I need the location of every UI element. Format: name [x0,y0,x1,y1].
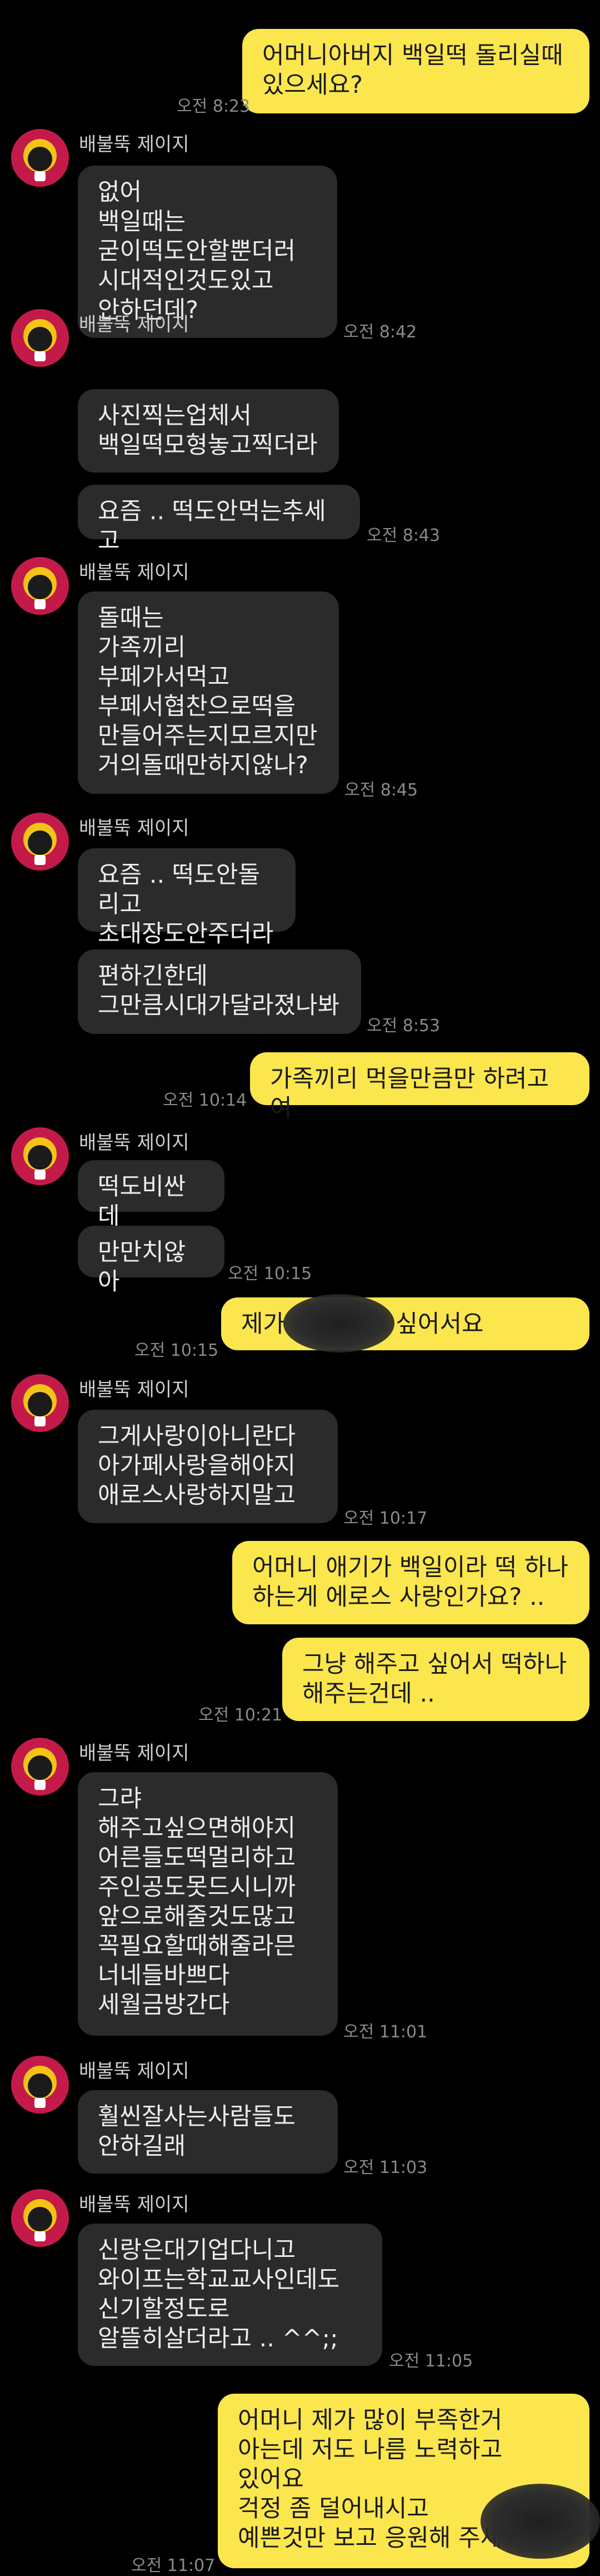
message-bubble-received[interactable]: 훨씬잘사는사람들도 안하길래 [78,2090,338,2174]
message-bubble-received[interactable]: 돌때는 가족끼리 부페가서먹고 부페서협찬으로떡을 만들어주는지모르지만 거의돌… [78,591,339,794]
message-bubble-received[interactable]: 신랑은대기업다니고 와이프는학교교사인데도 신기할정도로 알뜰히살더라고 .. … [78,2224,382,2366]
message-bubble-received[interactable]: 만만치않아 [78,1226,224,1296]
contact-avatar[interactable] [10,2055,70,2115]
message-bubble-received[interactable]: 그랴 해주고싶으면해야지 어른들도떡멀리하고 주인공도못드시니까 앞으로해줄것도… [78,1772,338,2036]
message-bubble-received[interactable]: 그게사랑이아니란다 아가페사랑을해야지 애로스사랑하지말고 [78,1410,338,1523]
contact-avatar[interactable] [10,128,70,188]
contact-name: 배불뚝 제이지 [79,1132,189,1154]
message-time: 오전 10:15 [228,1264,312,1284]
message-bubble-received[interactable]: 요즘 .. 떡도안돌리고 초대장도안주더라 [78,848,296,948]
message-time: 오전 8:42 [343,322,417,342]
chat-window[interactable]: 어머니아버지 백일떡 돌리실때 있으세요? 오전 8:23 배불뚝 제이지 없어… [0,0,600,2576]
message-time: 오전 8:23 [177,97,251,116]
message-time: 오전 10:15 [134,1341,219,1360]
message-bubble-sent[interactable]: 어머니아버지 백일떡 돌리실때 있으세요? [242,29,589,113]
message-bubble-sent[interactable]: 그냥 해주고 싶어서 떡하나 해주는건데 .. [282,1638,589,1721]
contact-name: 배불뚝 제이지 [79,817,189,839]
contact-name: 배불뚝 제이지 [79,561,189,584]
contact-name: 배불뚝 제이지 [79,314,189,336]
contact-avatar[interactable] [10,1126,70,1186]
message-bubble-sent[interactable]: 어머니 애기가 백일이라 떡 하나 하는게 에로스 사랑인가요? .. [232,1541,589,1624]
message-time: 오전 8:53 [367,1016,441,1036]
contact-name: 배불뚝 제이지 [79,2060,189,2082]
contact-name: 배불뚝 제이지 [79,133,189,156]
message-bubble-received[interactable]: 요즘 .. 떡도안먹는추세고 [78,485,360,555]
contact-avatar[interactable] [10,308,70,368]
message-time: 오전 10:21 [198,1705,283,1725]
redaction-blur [481,2484,600,2559]
contact-avatar[interactable] [10,2188,70,2248]
message-time: 오전 10:14 [163,1091,247,1110]
message-time: 오전 11:03 [343,2158,428,2177]
message-time: 오전 8:45 [344,780,418,800]
contact-avatar[interactable] [10,556,70,616]
message-time: 오전 10:17 [343,1509,428,1528]
message-bubble-received[interactable]: 사진찍는업체서 백일떡모형놓고찍더라 [78,389,339,473]
message-time: 오전 11:05 [389,2351,473,2371]
message-bubble-received[interactable]: 편하긴한데 그만큼시대가달라졌나봐 [78,949,361,1034]
message-bubble-sent[interactable]: 제가 테 해주고 싶어서요 [221,1297,589,1350]
contact-avatar[interactable] [10,1373,70,1433]
contact-name: 배불뚝 제이지 [79,1742,189,1764]
message-time: 오전 11:07 [131,2556,216,2575]
contact-avatar[interactable] [10,812,70,872]
contact-avatar[interactable] [10,1737,70,1797]
contact-name: 배불뚝 제이지 [79,1379,189,1401]
contact-name: 배불뚝 제이지 [79,2194,189,2216]
message-time: 오전 11:01 [343,2022,428,2042]
redaction-blur [283,1294,394,1352]
message-time: 오전 8:43 [367,526,441,545]
message-bubble-received[interactable]: 떡도비싼데 [78,1160,224,1230]
message-bubble-sent[interactable]: 가족끼리 먹을만큼만 하려고여 [250,1052,589,1122]
